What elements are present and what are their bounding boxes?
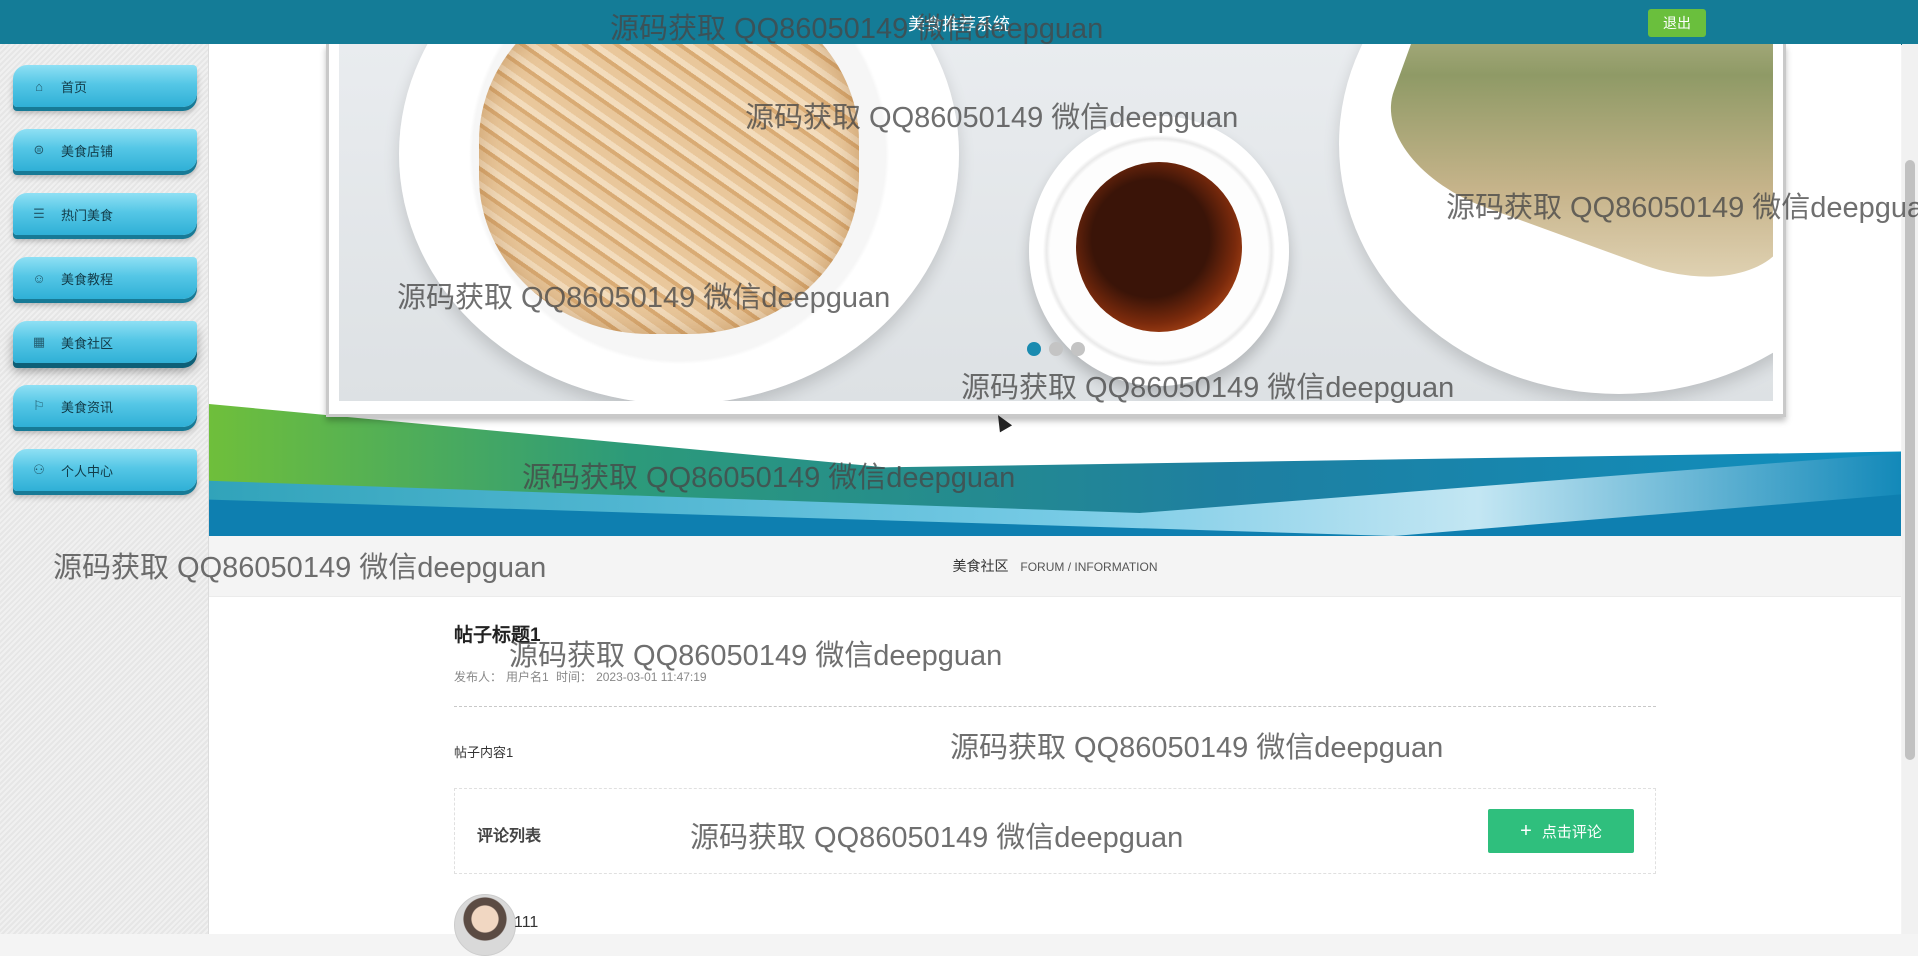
- add-comment-button[interactable]: + 点击评论: [1488, 809, 1634, 853]
- comment-list-header: 评论列表 + 点击评论: [454, 788, 1656, 874]
- author-name: 用户名1: [506, 670, 549, 684]
- comment-list-title: 评论列表: [477, 828, 542, 845]
- user-icon: ⚇: [33, 462, 45, 477]
- sidebar-item-label: 个人中心: [61, 463, 114, 479]
- plus-icon: +: [1520, 819, 1532, 842]
- content-area: [209, 597, 1901, 934]
- banner: [209, 44, 1901, 536]
- post-content: 帖子内容1: [454, 745, 514, 760]
- section-heading: 美食社区 FORUM / INFORMATION: [209, 556, 1901, 576]
- sidebar-item-label: 美食店铺: [61, 143, 114, 159]
- carousel[interactable]: [326, 44, 1786, 417]
- carousel-dot-3[interactable]: [1071, 342, 1085, 356]
- sidebar-item-community[interactable]: ▦ 美食社区: [13, 321, 197, 363]
- sauce-illustration: [1076, 162, 1242, 332]
- site-title: 美食推荐系统: [908, 15, 1010, 34]
- post-title: 帖子标题1: [454, 625, 541, 646]
- add-comment-label: 点击评论: [1541, 823, 1602, 841]
- post-time: 2023-03-01 11:47:19: [596, 670, 707, 684]
- carousel-dot-1[interactable]: [1027, 342, 1041, 356]
- scrollbar-thumb[interactable]: [1905, 160, 1915, 760]
- flag-icon: ⚐: [33, 398, 45, 413]
- smile-icon: ☺: [32, 270, 46, 286]
- sidebar-item-news[interactable]: ⚐ 美食资讯: [13, 385, 197, 427]
- sidebar-item-profile[interactable]: ⚇ 个人中心: [13, 449, 197, 491]
- sidebar-item-tutorial[interactable]: ☺ 美食教程: [13, 257, 197, 299]
- top-header: 美食推荐系统 退出: [0, 0, 1918, 45]
- divider: [454, 706, 1656, 707]
- home-icon: ⌂: [35, 78, 43, 94]
- sidebar-item-label: 美食社区: [61, 335, 114, 351]
- sidebar-item-hot-food[interactable]: ☰ 热门美食: [13, 193, 197, 235]
- sidebar: ⌂ 首页 ⊜ 美食店铺 ☰ 热门美食 ☺ 美食教程 ▦ 美食社区 ⚐ 美食资讯 …: [0, 44, 209, 934]
- sidebar-item-label: 首页: [61, 79, 88, 95]
- section-subtitle: FORUM / INFORMATION: [1020, 560, 1158, 574]
- section-title: 美食社区: [952, 558, 1009, 574]
- carousel-dot-2[interactable]: [1049, 342, 1063, 356]
- carousel-dots: [339, 342, 1773, 356]
- post-meta: 发布人： 用户名1 时间： 2023-03-01 11:47:19: [454, 668, 711, 685]
- carousel-image: [339, 44, 1773, 401]
- time-label: 时间：: [556, 670, 593, 684]
- sliders-icon: ☰: [33, 206, 45, 221]
- sidebar-item-label: 美食教程: [61, 271, 114, 287]
- shop-icon: ⊜: [33, 142, 45, 157]
- sidebar-item-label: 美食资讯: [61, 399, 114, 415]
- noodles-illustration: [479, 44, 859, 334]
- logout-button[interactable]: 退出: [1648, 9, 1706, 37]
- sidebar-item-label: 热门美食: [61, 207, 114, 223]
- grid-icon: ▦: [32, 334, 46, 349]
- author-label: 发布人：: [454, 670, 503, 684]
- sidebar-item-shop[interactable]: ⊜ 美食店铺: [13, 129, 197, 171]
- commenter-name: 111: [514, 914, 539, 931]
- sidebar-item-home[interactable]: ⌂ 首页: [13, 65, 197, 107]
- avatar: [454, 894, 516, 956]
